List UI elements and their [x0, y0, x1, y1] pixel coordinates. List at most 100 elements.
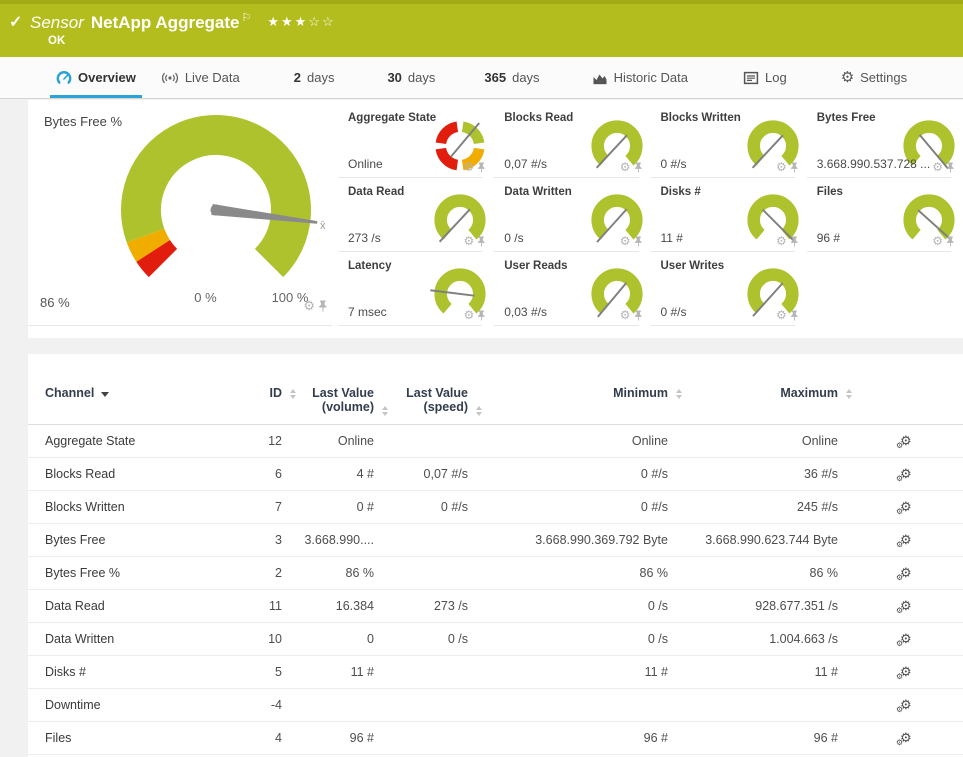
channel-id: 5: [250, 665, 282, 679]
channel-id: 11: [250, 599, 282, 613]
tile-value: 0,07 #/s: [504, 157, 547, 171]
channel-gauge-tile: Latency 7 msec ⚙: [338, 252, 494, 326]
tile-settings-gear-icon[interactable]: ⚙: [932, 235, 943, 247]
pin-icon[interactable]: [790, 310, 799, 321]
column-header-id[interactable]: ID: [250, 386, 282, 400]
pin-icon[interactable]: [477, 310, 486, 321]
tab-historic-data[interactable]: Historic Data: [592, 57, 688, 98]
channel-name[interactable]: Data Read: [28, 599, 250, 613]
tile-settings-gear-icon[interactable]: ⚙: [463, 309, 474, 321]
sort-arrows-icon: [846, 389, 852, 399]
channel-table-row: Data Read 11 16.384 273 /s 0 /s 928.677.…: [28, 590, 963, 623]
pin-icon[interactable]: [946, 236, 955, 247]
tab-settings[interactable]: ⚙ Settings: [841, 57, 907, 98]
channel-minimum: 0 #/s: [468, 467, 668, 481]
channel-gauge-tile: Data Read 273 /s ⚙: [338, 178, 494, 252]
channel-name[interactable]: Bytes Free %: [28, 566, 250, 580]
tile-value: 96 #: [817, 231, 840, 245]
channel-table-row: Aggregate State 12 Online Online Online …: [28, 425, 963, 458]
pin-icon[interactable]: [318, 300, 328, 312]
channel-minimum: 86 %: [468, 566, 668, 580]
channel-minimum: 96 #: [468, 731, 668, 745]
pin-icon[interactable]: [946, 162, 955, 173]
channel-last-value-volume: Online: [282, 434, 374, 448]
channel-last-value-volume: 96 #: [282, 731, 374, 745]
channel-last-value-volume: 3.668.990....: [282, 533, 374, 547]
tile-title: User Reads: [504, 260, 567, 272]
channel-name[interactable]: Disks #: [28, 665, 250, 679]
channel-name[interactable]: Downtime: [28, 698, 250, 712]
channel-minimum: 0 /s: [468, 599, 668, 613]
pin-icon[interactable]: [634, 310, 643, 321]
channel-maximum: 3.668.990.623.744 Byte: [668, 533, 838, 547]
channel-last-value-volume: 11 #: [282, 665, 374, 679]
column-header-maximum[interactable]: Maximum: [668, 386, 838, 400]
log-icon: [743, 71, 759, 85]
channel-settings-gears-icon[interactable]: ⚙⚙: [900, 632, 912, 646]
channel-settings-gears-icon[interactable]: ⚙⚙: [900, 731, 912, 745]
channel-id: 7: [250, 500, 282, 514]
tab-log[interactable]: Log: [743, 57, 787, 98]
tab-bar: Overview Live Data 2 days 30 days 365 da…: [0, 57, 963, 99]
channel-name[interactable]: Blocks Written: [28, 500, 250, 514]
channel-settings-gears-icon[interactable]: ⚙⚙: [900, 500, 912, 514]
channel-name[interactable]: Files: [28, 731, 250, 745]
tab-30-days[interactable]: 30 days: [387, 57, 435, 98]
tile-settings-gear-icon[interactable]: ⚙: [776, 235, 787, 247]
channel-table-row: Files 4 96 # 96 # 96 # ⚙⚙: [28, 722, 963, 755]
tile-title: Blocks Read: [504, 112, 573, 124]
channel-settings-gears-icon[interactable]: ⚙⚙: [900, 434, 912, 448]
tab-live-data[interactable]: Live Data: [161, 57, 240, 98]
column-header-last-value-speed[interactable]: Last Value(speed): [374, 386, 468, 414]
channel-table-row: Data Written 10 0 0 /s 0 /s 1.004.663 /s…: [28, 623, 963, 656]
channel-minimum: Online: [468, 434, 668, 448]
priority-stars[interactable]: ★★★☆☆: [267, 14, 335, 29]
tab-2-days[interactable]: 2 days: [294, 57, 335, 98]
channel-settings-gears-icon[interactable]: ⚙⚙: [900, 599, 912, 613]
tile-settings-gear-icon[interactable]: ⚙: [776, 309, 787, 321]
tile-settings-gear-icon[interactable]: ⚙: [620, 235, 631, 247]
pin-icon[interactable]: [477, 162, 486, 173]
pin-icon[interactable]: [634, 162, 643, 173]
channel-minimum: 0 /s: [468, 632, 668, 646]
tile-settings-gear-icon[interactable]: ⚙: [463, 235, 474, 247]
channel-minimum: 0 #/s: [468, 500, 668, 514]
channel-settings-gears-icon[interactable]: ⚙⚙: [900, 566, 912, 580]
tile-aggregate-state: Aggregate State Online ⚙: [338, 104, 494, 178]
tile-settings-gear-icon[interactable]: ⚙: [463, 161, 474, 173]
tile-title: Disks #: [661, 186, 701, 198]
tile-title: Aggregate State: [348, 112, 436, 124]
tile-settings-gear-icon[interactable]: ⚙: [776, 161, 787, 173]
tile-settings-gear-icon[interactable]: ⚙: [620, 309, 631, 321]
pin-icon[interactable]: [790, 236, 799, 247]
tile-settings-gear-icon[interactable]: ⚙: [620, 161, 631, 173]
channel-last-value-volume: 0 #: [282, 500, 374, 514]
gauge-settings-gear-icon[interactable]: ⚙: [303, 299, 315, 312]
channel-settings-gears-icon[interactable]: ⚙⚙: [900, 533, 912, 547]
tab-365-days[interactable]: 365 days: [484, 57, 539, 98]
pin-icon[interactable]: [634, 236, 643, 247]
channel-maximum: 96 #: [668, 731, 838, 745]
channel-settings-gears-icon[interactable]: ⚙⚙: [900, 698, 912, 712]
pin-icon[interactable]: [477, 236, 486, 247]
channel-name[interactable]: Data Written: [28, 632, 250, 646]
tile-settings-gear-icon[interactable]: ⚙: [932, 161, 943, 173]
gauge-min-label: 0 %: [178, 290, 233, 305]
column-header-channel[interactable]: Channel: [28, 386, 250, 400]
channel-name[interactable]: Blocks Read: [28, 467, 250, 481]
column-header-last-value-volume[interactable]: Last Value(volume): [282, 386, 374, 414]
channel-name[interactable]: Bytes Free: [28, 533, 250, 547]
historic-chart-icon: [592, 71, 608, 85]
channel-table-row: Bytes Free 3 3.668.990.... 3.668.990.369…: [28, 524, 963, 557]
channel-table-row: Blocks Written 7 0 # 0 #/s 0 #/s 245 #/s…: [28, 491, 963, 524]
flag-icon[interactable]: ⚐: [241, 12, 251, 24]
tab-overview[interactable]: Overview: [56, 57, 136, 98]
channel-id: 6: [250, 467, 282, 481]
pin-icon[interactable]: [790, 162, 799, 173]
channel-name[interactable]: Aggregate State: [28, 434, 250, 448]
tile-title: Data Written: [504, 186, 572, 198]
column-header-minimum[interactable]: Minimum: [468, 386, 668, 400]
tile-value: 7 msec: [348, 305, 387, 319]
channel-settings-gears-icon[interactable]: ⚙⚙: [900, 467, 912, 481]
channel-settings-gears-icon[interactable]: ⚙⚙: [900, 665, 912, 679]
